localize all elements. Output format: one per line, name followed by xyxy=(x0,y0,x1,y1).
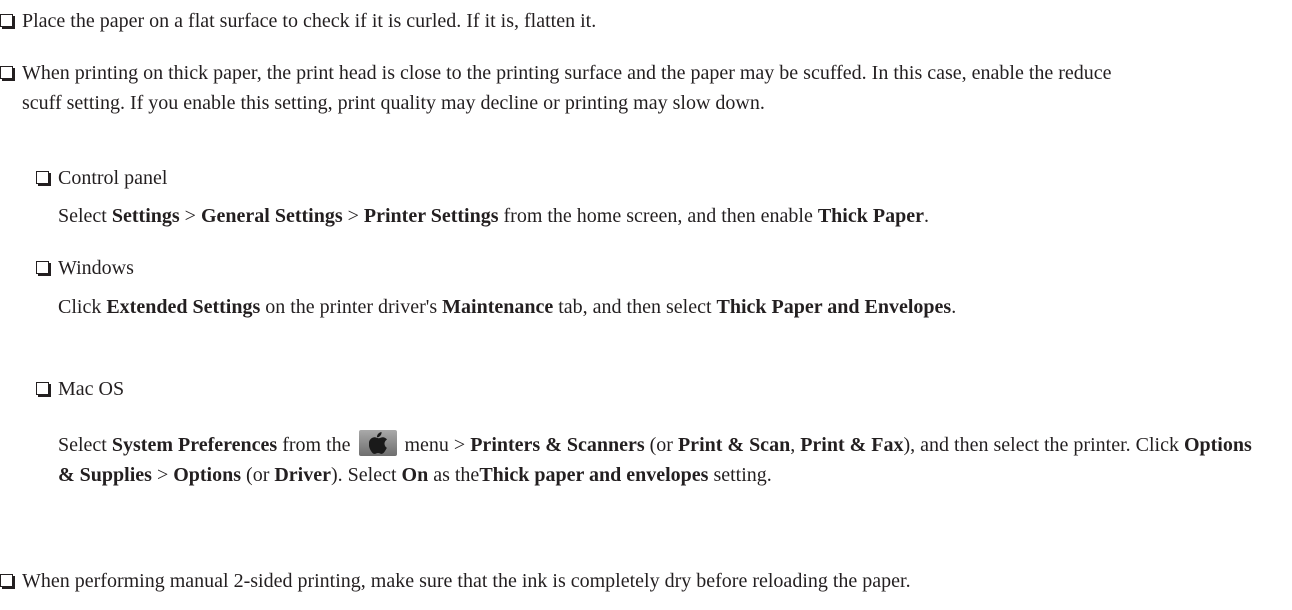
bullet-text: When printing on thick paper, the print … xyxy=(22,62,1112,114)
bullet-text: Place the paper on a flat surface to che… xyxy=(22,10,597,32)
menu-printers-scanners: Printers & Scanners xyxy=(470,434,645,456)
sub-bullet-mac-os: Mac OS xyxy=(36,374,1288,404)
control-panel-instructions: Select Settings > General Settings > Pri… xyxy=(58,201,1288,231)
tab-driver: Driver xyxy=(274,464,331,486)
bullet-thick-paper: When printing on thick paper, the print … xyxy=(0,58,1288,118)
document-page: Place the paper on a flat surface to che… xyxy=(0,0,1292,610)
text: ), and then select the printer. Click xyxy=(903,434,1184,456)
text: . xyxy=(951,296,957,318)
sub-bullet-title: Windows xyxy=(58,257,134,279)
setting-thick-paper-envelopes: Thick Paper and Envelopes xyxy=(716,296,952,318)
text: from the home screen, and then enable xyxy=(498,205,818,227)
text: , xyxy=(790,434,801,456)
text: tab, and then select xyxy=(553,296,717,318)
checkbox-bullet-icon xyxy=(0,14,13,27)
bullet-manual-2-sided: When performing manual 2-sided printing,… xyxy=(0,566,1288,596)
text: as the xyxy=(428,464,480,486)
text: . xyxy=(923,205,929,227)
menu-path-general-settings: General Settings xyxy=(200,205,343,227)
menu-print-scan: Print & Scan xyxy=(677,434,791,456)
text: > xyxy=(151,464,174,486)
menu-print-fax: Print & Fax xyxy=(800,434,904,456)
sub-bullet-title: Mac OS xyxy=(58,378,125,400)
bullet-text: When performing manual 2-sided printing,… xyxy=(22,570,911,592)
sub-bullet-title: Control panel xyxy=(58,167,168,189)
windows-instructions: Click Extended Settings on the printer d… xyxy=(58,292,1148,322)
text: (or xyxy=(644,434,678,456)
mac-os-instructions: Select System Preferences from the menu … xyxy=(58,430,1253,490)
checkbox-bullet-icon xyxy=(36,261,49,274)
text: > xyxy=(179,205,201,227)
checkbox-bullet-icon xyxy=(36,171,49,184)
text: Click xyxy=(58,296,107,318)
bullet-flatten-paper: Place the paper on a flat surface to che… xyxy=(0,6,1288,36)
checkbox-bullet-icon xyxy=(36,382,49,395)
text: from the xyxy=(277,434,356,456)
menu-system-preferences: System Preferences xyxy=(111,434,278,456)
menu-path-printer-settings: Printer Settings xyxy=(363,205,499,227)
text: ). Select xyxy=(331,464,402,486)
text: Select xyxy=(58,434,112,456)
checkbox-bullet-icon xyxy=(0,66,13,79)
tab-options: Options xyxy=(173,464,242,486)
setting-thick-paper-envelopes: Thick paper and envelopes xyxy=(479,464,709,486)
menu-path-settings: Settings xyxy=(111,205,180,227)
sub-bullet-control-panel: Control panel xyxy=(36,163,1288,193)
text: on the printer driver's xyxy=(260,296,443,318)
apple-menu-icon xyxy=(358,430,397,456)
tab-maintenance: Maintenance xyxy=(442,296,554,318)
text: (or xyxy=(241,464,275,486)
text: setting. xyxy=(708,464,772,486)
text: menu > xyxy=(399,434,471,456)
option-on: On xyxy=(401,464,429,486)
sub-bullet-windows: Windows xyxy=(36,253,1288,283)
setting-thick-paper: Thick Paper xyxy=(817,205,924,227)
text: > xyxy=(342,205,364,227)
checkbox-bullet-icon xyxy=(0,574,13,587)
button-extended-settings: Extended Settings xyxy=(106,296,261,318)
text: Select xyxy=(58,205,112,227)
